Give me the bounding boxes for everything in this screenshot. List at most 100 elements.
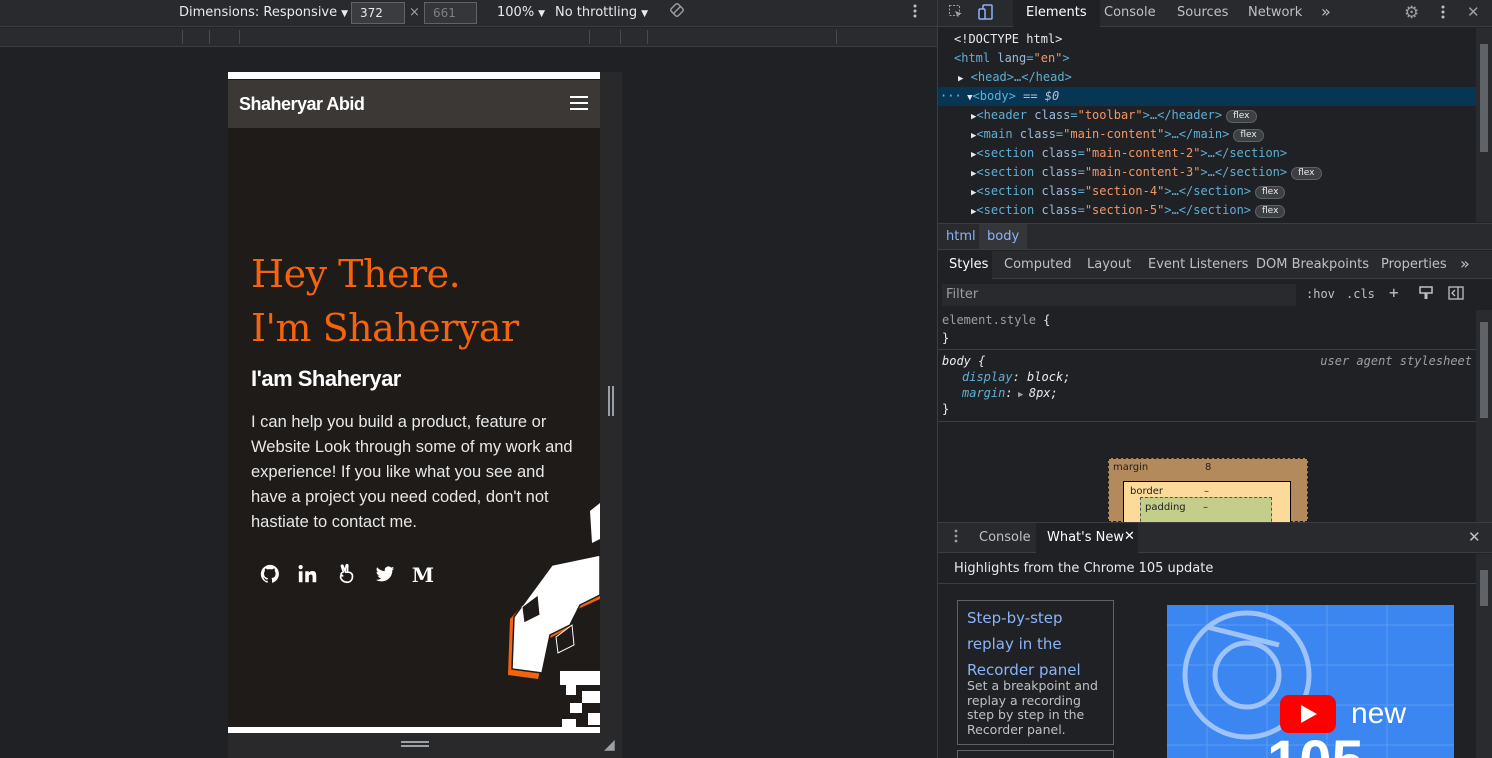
dom-row-section[interactable]: ▶<section class="main-content-2">…</sect… [971,144,1287,163]
device-mode-area: Dimensions: Responsive ▼ 372 × 661 100% ▼ … [0,0,937,758]
flex-badge[interactable]: flex [1291,167,1322,180]
close-drawer-icon[interactable]: ✕ [1468,528,1481,546]
hero-line-2: I'm Shaheryar [251,306,519,350]
flex-badge[interactable]: flex [1255,186,1286,199]
drawer-menu-icon[interactable] [954,528,958,548]
toggle-sidebar-icon[interactable] [1448,286,1464,303]
tab-elements[interactable]: Elements [1026,5,1087,20]
styles-subtabs: Styles Computed Layout Event Listeners D… [938,251,1492,279]
dom-row-section[interactable]: ▶<section class="section-4">…</section> f… [971,182,1286,201]
tab-dom-breakpoints[interactable]: DOM Breakpoints [1256,257,1369,272]
height-input[interactable]: 661 [424,2,477,24]
body-ua-rule[interactable]: body { user agent stylesheet display: bl… [938,350,1476,422]
dom-row-main[interactable]: ▶<main class="main-content">…</main> flex [971,125,1264,144]
rotate-icon[interactable] [669,2,685,22]
tab-console[interactable]: Console [1104,5,1156,20]
tab-styles[interactable]: Styles [949,257,988,272]
resize-handle-right[interactable] [608,386,614,416]
github-icon[interactable] [258,563,282,587]
linkedin-icon[interactable] [296,563,320,587]
site-header: Shaheryar Abid [228,80,600,128]
whats-new-heading: Highlights from the Chrome 105 update [954,561,1214,576]
hover-state-toggle[interactable]: :hov [1306,287,1335,301]
dom-doctype[interactable]: <!DOCTYPE html> [954,30,1062,49]
dom-body-selected[interactable]: ··· ▼<body> == $0 [938,87,1476,106]
settings-gear-icon[interactable]: ⚙ [1404,3,1419,23]
devtools-panel: Elements Console Sources Network » ⚙ ✕ <… [937,0,1492,758]
flex-badge[interactable]: flex [1255,205,1286,218]
screen: Dimensions: Responsive ▼ 372 × 661 100% ▼ … [0,0,1492,758]
decorative-art [508,503,600,727]
breadcrumb-html[interactable]: html [938,229,984,244]
tab-network[interactable]: Network [1248,5,1302,20]
close-devtools-icon[interactable]: ✕ [1467,3,1480,21]
hero-line-1: Hey There. [251,252,461,296]
dimensions-dropdown[interactable]: Dimensions: Responsive ▼ [179,5,348,20]
hero-subtitle: I'am Shaheryar [251,366,401,391]
times-separator: × [409,5,420,20]
tab-computed[interactable]: Computed [1004,257,1072,272]
drawer-tabbar: Console What's New ✕ ✕ [938,523,1492,553]
dom-row-header[interactable]: ▶<header class="toolbar">…</header> flex [971,106,1257,125]
medium-icon[interactable]: M [411,563,435,587]
dom-scrollbar[interactable] [1476,28,1492,222]
device-viewport: Shaheryar Abid Hey There. I'm Shaheryar … [228,72,600,733]
devtools-drawer: Console What's New ✕ ✕ Highlights from t… [938,522,1492,758]
flex-badge[interactable]: flex [1233,129,1264,142]
styles-scrollbar[interactable] [1476,310,1492,522]
ua-stylesheet-label: user agent stylesheet [1320,354,1472,368]
flex-badge[interactable]: flex [1226,110,1257,123]
device-toggle-icon[interactable] [978,4,994,24]
breadcrumb: html body [938,223,1492,250]
styles-filter-row: Filter :hov .cls + [938,280,1476,310]
devtools-tabbar: Elements Console Sources Network » ⚙ ✕ [938,0,1492,27]
throttling-dropdown[interactable]: No throttling ▼ [555,5,648,20]
hero-title: Hey There. I'm Shaheryar [251,247,519,355]
resize-corner-icon[interactable]: ◢ [604,737,615,753]
dom-html[interactable]: <html lang="en"> [954,49,1070,68]
drawer-tab-console[interactable]: Console [979,530,1031,545]
dom-row-section[interactable]: ▶<section class="main-content-3">…</sect… [971,163,1322,182]
angellist-icon[interactable] [335,563,359,587]
promo-version-number: 105 [1267,733,1364,758]
zoom-dropdown[interactable]: 100% ▼ [497,5,545,20]
drawer-tab-whats-new[interactable]: What's New [1047,530,1124,545]
more-subtabs-icon[interactable]: » [1460,254,1470,273]
chrome-105-promo-image: new 105 [1167,605,1454,758]
dom-row-section[interactable]: ▶<section class="section-5">…</section> f… [971,201,1286,220]
more-options-icon[interactable] [912,3,918,23]
whats-new-card[interactable]: Step-by-step replay in the Recorder pane… [957,600,1114,745]
caret-down-icon: ▼ [538,9,546,19]
whats-new-card-next[interactable] [957,750,1114,758]
card-description: Set a breakpoint and replay a recording … [967,678,1098,737]
styles-filter-input[interactable]: Filter [942,284,1296,306]
tab-sources[interactable]: Sources [1177,5,1228,20]
caret-down-icon: ▼ [341,9,349,19]
class-toggle[interactable]: .cls [1346,287,1375,301]
device-toolbar: Dimensions: Responsive ▼ 372 × 661 100% ▼ … [0,0,937,27]
hamburger-menu-icon[interactable] [570,96,588,110]
inspect-element-icon[interactable] [948,4,964,24]
resize-handle-bottom[interactable] [401,741,429,747]
element-style-rule[interactable]: element.style { } [938,310,1476,350]
tab-properties[interactable]: Properties [1381,257,1447,272]
caret-down-icon: ▼ [641,9,648,19]
promo-new-text: new [1351,697,1407,730]
more-tabs-icon[interactable]: » [1321,2,1331,21]
card-title-link[interactable]: Step-by-step replay in the Recorder pane… [967,605,1109,683]
tab-layout[interactable]: Layout [1087,257,1131,272]
twitter-icon[interactable] [373,563,397,587]
tab-event-listeners[interactable]: Event Listeners [1148,257,1248,272]
box-model-diagram[interactable]: margin 8 border – padding – [1108,458,1308,522]
new-rule-plus-icon[interactable]: + [1389,283,1399,302]
media-query-ruler[interactable] [0,28,937,47]
width-input[interactable]: 372 [351,2,405,24]
close-tab-icon[interactable]: ✕ [1124,529,1135,544]
paint-brush-icon[interactable] [1419,286,1433,303]
breadcrumb-body[interactable]: body [979,224,1028,249]
site-brand[interactable]: Shaheryar Abid [239,94,365,115]
drawer-scrollbar[interactable] [1476,554,1492,758]
dom-tree: <!DOCTYPE html> <html lang="en"> ▶ <head… [938,28,1476,222]
customize-menu-icon[interactable] [1440,4,1446,24]
dom-head[interactable]: ▶ <head>…</head> [958,68,1072,87]
